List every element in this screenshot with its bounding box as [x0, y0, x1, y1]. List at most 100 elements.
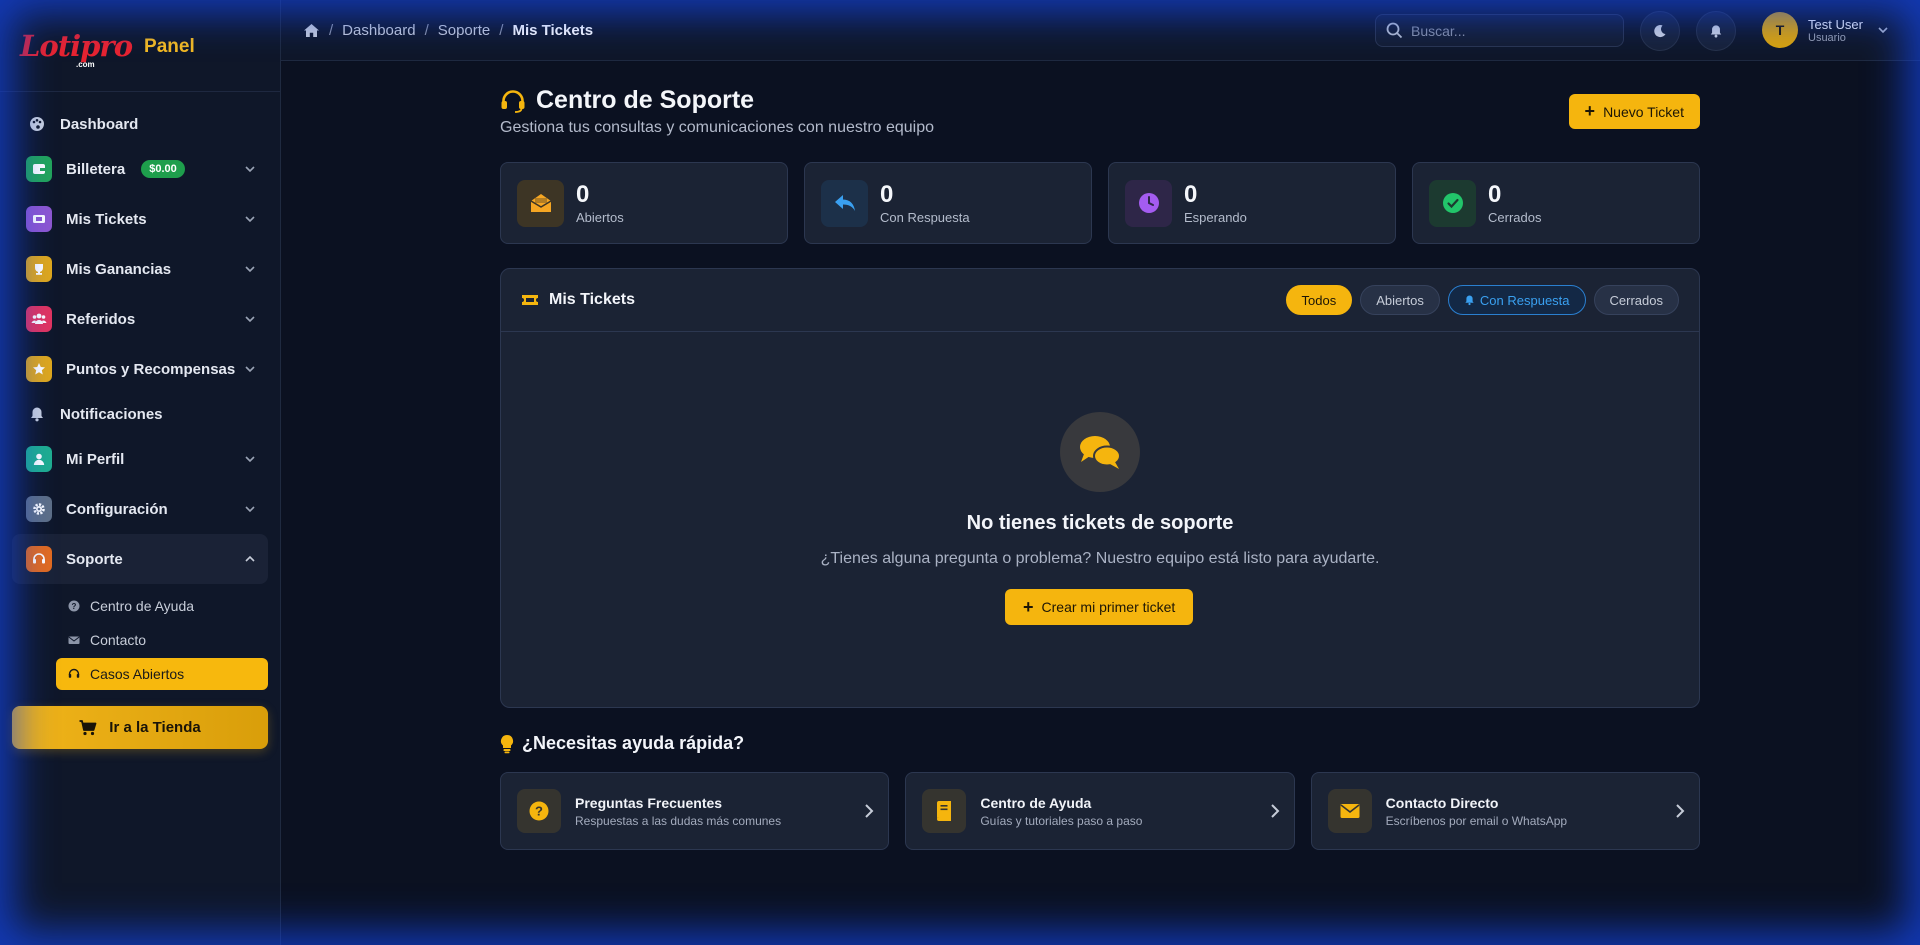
user-icon: [26, 446, 52, 472]
chevron-down-icon: [245, 216, 255, 223]
sidebar-item-label: Mis Ganancias: [66, 260, 172, 278]
envelope-icon: [68, 636, 80, 644]
cart-icon: [79, 719, 97, 735]
page-header: Centro de Soporte Gestiona tus consultas…: [500, 61, 1700, 161]
sidebar-item-mis-ganancias[interactable]: Mis Ganancias: [12, 244, 268, 294]
quick-card-title: Contacto Directo: [1385, 794, 1499, 811]
home-icon[interactable]: [303, 23, 320, 38]
main-content: Centro de Soporte Gestiona tus consultas…: [500, 61, 1700, 850]
sidebar: Lotipro .com Panel Dashboard Billetera $…: [0, 0, 281, 945]
chevron-down-icon: [245, 166, 255, 173]
star-icon: [26, 356, 52, 382]
ticket-stats: 0 Abiertos 0 Con Respuesta 0 Esperando 0…: [500, 162, 1700, 244]
new-ticket-button[interactable]: + Nuevo Ticket: [1568, 94, 1700, 129]
sidebar-item-mi-perfil[interactable]: Mi Perfil: [12, 434, 268, 484]
user-info: Test User Usuario: [1808, 17, 1863, 44]
brand-logo-suffix: .com: [76, 59, 95, 69]
headset-icon: [26, 546, 52, 572]
create-first-ticket-button[interactable]: + Crear mi primer ticket: [1005, 589, 1194, 625]
tickets-panel-title-text: Mis Tickets: [549, 291, 635, 308]
quick-help-title-text: ¿Necesitas ayuda rápida?: [522, 733, 745, 753]
notifications-button[interactable]: [1696, 11, 1736, 51]
envelope-open-icon: [517, 179, 564, 227]
theme-toggle-button[interactable]: [1640, 11, 1680, 51]
sidebar-item-label: Mi Perfil: [66, 450, 125, 468]
stat-value: 0: [576, 180, 590, 208]
quick-card-subtitle: Respuestas a las dudas más comunes: [575, 813, 782, 828]
stat-label: Cerrados: [1488, 209, 1542, 225]
filter-todos[interactable]: Todos: [1285, 285, 1353, 315]
quick-card-title: Centro de Ayuda: [980, 794, 1092, 811]
sidebar-item-notificaciones[interactable]: Notificaciones: [12, 394, 268, 434]
main-area: Centro de Soporte Gestiona tus consultas…: [281, 61, 1920, 945]
quick-card-subtitle: Guías y tutoriales paso a paso: [980, 813, 1143, 828]
sidebar-item-label: Configuración: [66, 500, 168, 518]
create-first-ticket-label: Crear mi primer ticket: [1041, 599, 1176, 615]
clock-icon: [1125, 179, 1172, 227]
chevron-down-icon: [245, 316, 255, 323]
stat-card-abiertos: 0 Abiertos: [500, 162, 788, 244]
sidebar-item-soporte[interactable]: Soporte: [12, 534, 268, 584]
user-name: Test User: [1808, 16, 1863, 32]
chevron-down-icon: [1878, 27, 1888, 34]
filter-cerrados[interactable]: Cerrados: [1593, 285, 1679, 315]
chevron-down-icon: [245, 266, 255, 273]
filter-label: Con Respuesta: [1479, 292, 1570, 308]
quick-help-cards: ? Preguntas Frecuentes Respuestas a las …: [500, 772, 1700, 850]
sidebar-item-label: Mis Tickets: [66, 210, 147, 228]
sidebar-item-billetera[interactable]: Billetera $0.00: [12, 144, 268, 194]
question-circle-icon: ?: [517, 789, 561, 833]
breadcrumb-soporte[interactable]: Soporte: [438, 22, 491, 39]
user-menu[interactable]: T Test User Usuario: [1762, 12, 1889, 48]
go-to-store-label: Ir a la Tienda: [109, 719, 201, 736]
quick-card-help-center[interactable]: Centro de Ayuda Guías y tutoriales paso …: [905, 772, 1295, 850]
sidebar-item-referidos[interactable]: Referidos: [12, 294, 268, 344]
empty-state-title: No tienes tickets de soporte: [966, 512, 1234, 534]
soporte-submenu: ? Centro de Ayuda Contacto Casos Abierto…: [12, 590, 268, 690]
stat-value: 0: [880, 180, 894, 208]
quick-card-faq[interactable]: ? Preguntas Frecuentes Respuestas a las …: [500, 772, 890, 850]
book-icon: [922, 789, 967, 833]
new-ticket-label: Nuevo Ticket: [1603, 103, 1684, 120]
ticket-icon: [522, 295, 538, 305]
chevron-down-icon: [245, 366, 255, 373]
chevron-right-icon: [865, 804, 874, 818]
sidebar-item-mis-tickets[interactable]: Mis Tickets: [12, 194, 268, 244]
users-icon: [26, 306, 52, 332]
chevron-right-icon: [1270, 804, 1280, 818]
sidebar-item-configuracion[interactable]: Configuración: [12, 484, 268, 534]
sidebar-subitem-centro-ayuda[interactable]: ? Centro de Ayuda: [56, 590, 268, 622]
bell-icon: [1710, 25, 1722, 38]
reply-icon: [821, 179, 868, 227]
sidebar-subitem-contacto[interactable]: Contacto: [56, 624, 268, 656]
headset-icon: [68, 668, 80, 678]
brand[interactable]: Lotipro .com Panel: [0, 0, 280, 92]
chevron-up-icon: [245, 555, 255, 562]
sidebar-item-puntos-recompensas[interactable]: Puntos y Recompensas: [12, 344, 268, 394]
stat-label: Abiertos: [576, 209, 624, 225]
sidebar-subitem-label: Centro de Ayuda: [90, 598, 195, 614]
stat-card-cerrados: 0 Cerrados: [1412, 162, 1700, 244]
sidebar-item-dashboard[interactable]: Dashboard: [12, 104, 268, 144]
svg-text:?: ?: [535, 804, 543, 819]
filter-con-respuesta[interactable]: Con Respuesta: [1447, 285, 1586, 315]
sidebar-subitem-label: Casos Abiertos: [90, 666, 185, 682]
brand-logo: Lotipro .com: [20, 29, 133, 69]
avatar: T: [1762, 12, 1798, 48]
sidebar-subitem-casos-abiertos[interactable]: Casos Abiertos: [56, 658, 268, 690]
stat-label: Esperando: [1184, 209, 1247, 225]
ticket-filters: Todos Abiertos Con Respuesta Cerrados: [1285, 285, 1679, 315]
breadcrumb-separator: /: [424, 21, 429, 39]
palette-icon: [28, 115, 46, 133]
go-to-store-button[interactable]: Ir a la Tienda: [12, 706, 268, 749]
search-input[interactable]: [1411, 22, 1611, 39]
filter-abiertos[interactable]: Abiertos: [1360, 285, 1440, 315]
search-box[interactable]: [1375, 14, 1624, 47]
breadcrumb-current: Mis Tickets: [512, 21, 594, 39]
sidebar-item-label: Notificaciones: [60, 405, 163, 423]
envelope-icon: [1327, 789, 1372, 833]
bell-icon: [28, 405, 46, 423]
breadcrumb-dashboard[interactable]: Dashboard: [342, 22, 415, 39]
wallet-balance-badge: $0.00: [141, 160, 185, 178]
quick-card-direct-contact[interactable]: Contacto Directo Escríbenos por email o …: [1310, 772, 1700, 850]
